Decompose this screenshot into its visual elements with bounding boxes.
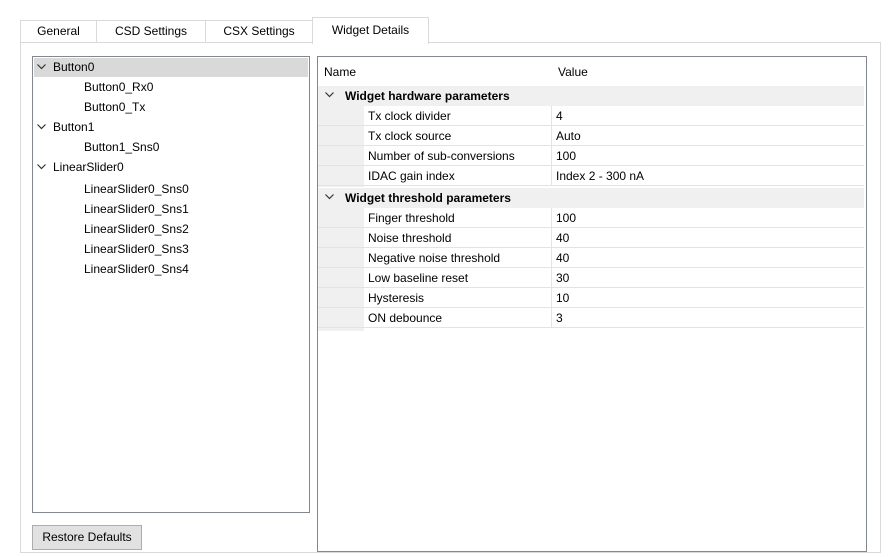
column-divider bbox=[551, 126, 552, 146]
restore-defaults-button[interactable]: Restore Defaults bbox=[32, 525, 142, 550]
property-value[interactable]: Auto bbox=[556, 126, 581, 146]
tab-strip: General CSD Settings CSX Settings Widget… bbox=[20, 17, 880, 44]
tree-item-label: LinearSlider0_Sns4 bbox=[84, 262, 189, 276]
widget-tree[interactable]: Button0 Button0_Rx0 Button0_Tx Button1 B… bbox=[32, 56, 310, 513]
tab-csx-settings[interactable]: CSX Settings bbox=[205, 20, 313, 42]
column-header-name[interactable]: Name bbox=[324, 57, 356, 86]
property-row[interactable]: Low baseline reset 30 bbox=[318, 268, 864, 288]
property-grid[interactable]: Name Value Widget hardware parameters Tx… bbox=[317, 56, 867, 552]
property-row[interactable]: Finger threshold 100 bbox=[318, 208, 864, 228]
tree-item-label: LinearSlider0 bbox=[53, 160, 124, 174]
tree-item-label: Button1_Sns0 bbox=[84, 140, 160, 154]
property-value[interactable]: 10 bbox=[556, 288, 569, 308]
tree-item-label: LinearSlider0_Sns1 bbox=[84, 202, 189, 216]
property-value[interactable]: 3 bbox=[556, 308, 563, 328]
chevron-down-icon[interactable] bbox=[36, 118, 48, 137]
property-row[interactable]: Hysteresis 10 bbox=[318, 288, 864, 308]
tree-item-label: Button1 bbox=[53, 120, 95, 134]
column-divider bbox=[551, 308, 552, 328]
property-row[interactable]: Negative noise threshold 40 bbox=[318, 248, 864, 268]
column-divider bbox=[551, 208, 552, 228]
tree-item-label: Button0_Tx bbox=[84, 100, 146, 114]
tree-item-label: LinearSlider0_Sns3 bbox=[84, 242, 189, 256]
category-row[interactable]: Widget threshold parameters bbox=[318, 188, 864, 208]
tab-general[interactable]: General bbox=[20, 20, 97, 42]
category-row[interactable]: Widget hardware parameters bbox=[318, 86, 864, 106]
tree-item-label: Button0_Rx0 bbox=[84, 80, 154, 94]
column-divider bbox=[551, 146, 552, 166]
property-row[interactable]: Tx clock source Auto bbox=[318, 126, 864, 146]
property-name: IDAC gain index bbox=[368, 169, 455, 183]
property-name: Tx clock source bbox=[368, 129, 452, 143]
property-name: Hysteresis bbox=[368, 291, 425, 305]
property-name: Low baseline reset bbox=[368, 271, 469, 285]
property-name: Negative noise threshold bbox=[368, 251, 501, 265]
tab-csd-settings[interactable]: CSD Settings bbox=[96, 20, 206, 42]
property-value[interactable]: Index 2 - 300 nA bbox=[556, 166, 644, 186]
column-divider bbox=[551, 288, 552, 308]
property-value[interactable]: 100 bbox=[556, 208, 576, 228]
property-value[interactable]: 30 bbox=[556, 268, 569, 288]
column-divider bbox=[551, 268, 552, 288]
tree-item-label: LinearSlider0_Sns2 bbox=[84, 222, 189, 236]
property-row[interactable]: Tx clock divider 4 bbox=[318, 106, 864, 126]
property-row[interactable]: Number of sub-conversions 100 bbox=[318, 146, 864, 166]
property-row[interactable]: ON debounce 3 bbox=[318, 308, 864, 328]
property-value[interactable]: 100 bbox=[556, 146, 576, 166]
tree-item-button0[interactable]: Button0 bbox=[34, 58, 308, 77]
property-name: Number of sub-conversions bbox=[368, 149, 515, 163]
column-divider bbox=[551, 228, 552, 248]
property-name: Tx clock divider bbox=[368, 109, 451, 123]
column-divider bbox=[551, 248, 552, 268]
tree-item-label: LinearSlider0_Sns0 bbox=[84, 182, 189, 196]
tab-widget-details[interactable]: Widget Details bbox=[312, 17, 429, 44]
property-row[interactable]: IDAC gain index Index 2 - 300 nA bbox=[318, 166, 864, 186]
property-name: Finger threshold bbox=[368, 211, 455, 225]
chevron-down-icon[interactable] bbox=[36, 58, 48, 77]
category-title: Widget hardware parameters bbox=[345, 89, 510, 103]
category-title: Widget threshold parameters bbox=[345, 191, 511, 205]
chevron-down-icon[interactable] bbox=[36, 158, 48, 177]
chevron-down-icon[interactable] bbox=[324, 86, 336, 105]
property-name: ON debounce bbox=[368, 311, 443, 325]
property-row[interactable]: Noise threshold 40 bbox=[318, 228, 864, 248]
column-header-value[interactable]: Value bbox=[558, 57, 588, 86]
chevron-down-icon[interactable] bbox=[324, 188, 336, 207]
column-divider bbox=[551, 106, 552, 126]
property-value[interactable]: 40 bbox=[556, 248, 569, 268]
column-divider bbox=[551, 166, 552, 186]
tree-item-label: Button0 bbox=[53, 60, 95, 74]
property-name: Noise threshold bbox=[368, 231, 452, 245]
property-value[interactable]: 4 bbox=[556, 106, 563, 126]
property-value[interactable]: 40 bbox=[556, 228, 569, 248]
